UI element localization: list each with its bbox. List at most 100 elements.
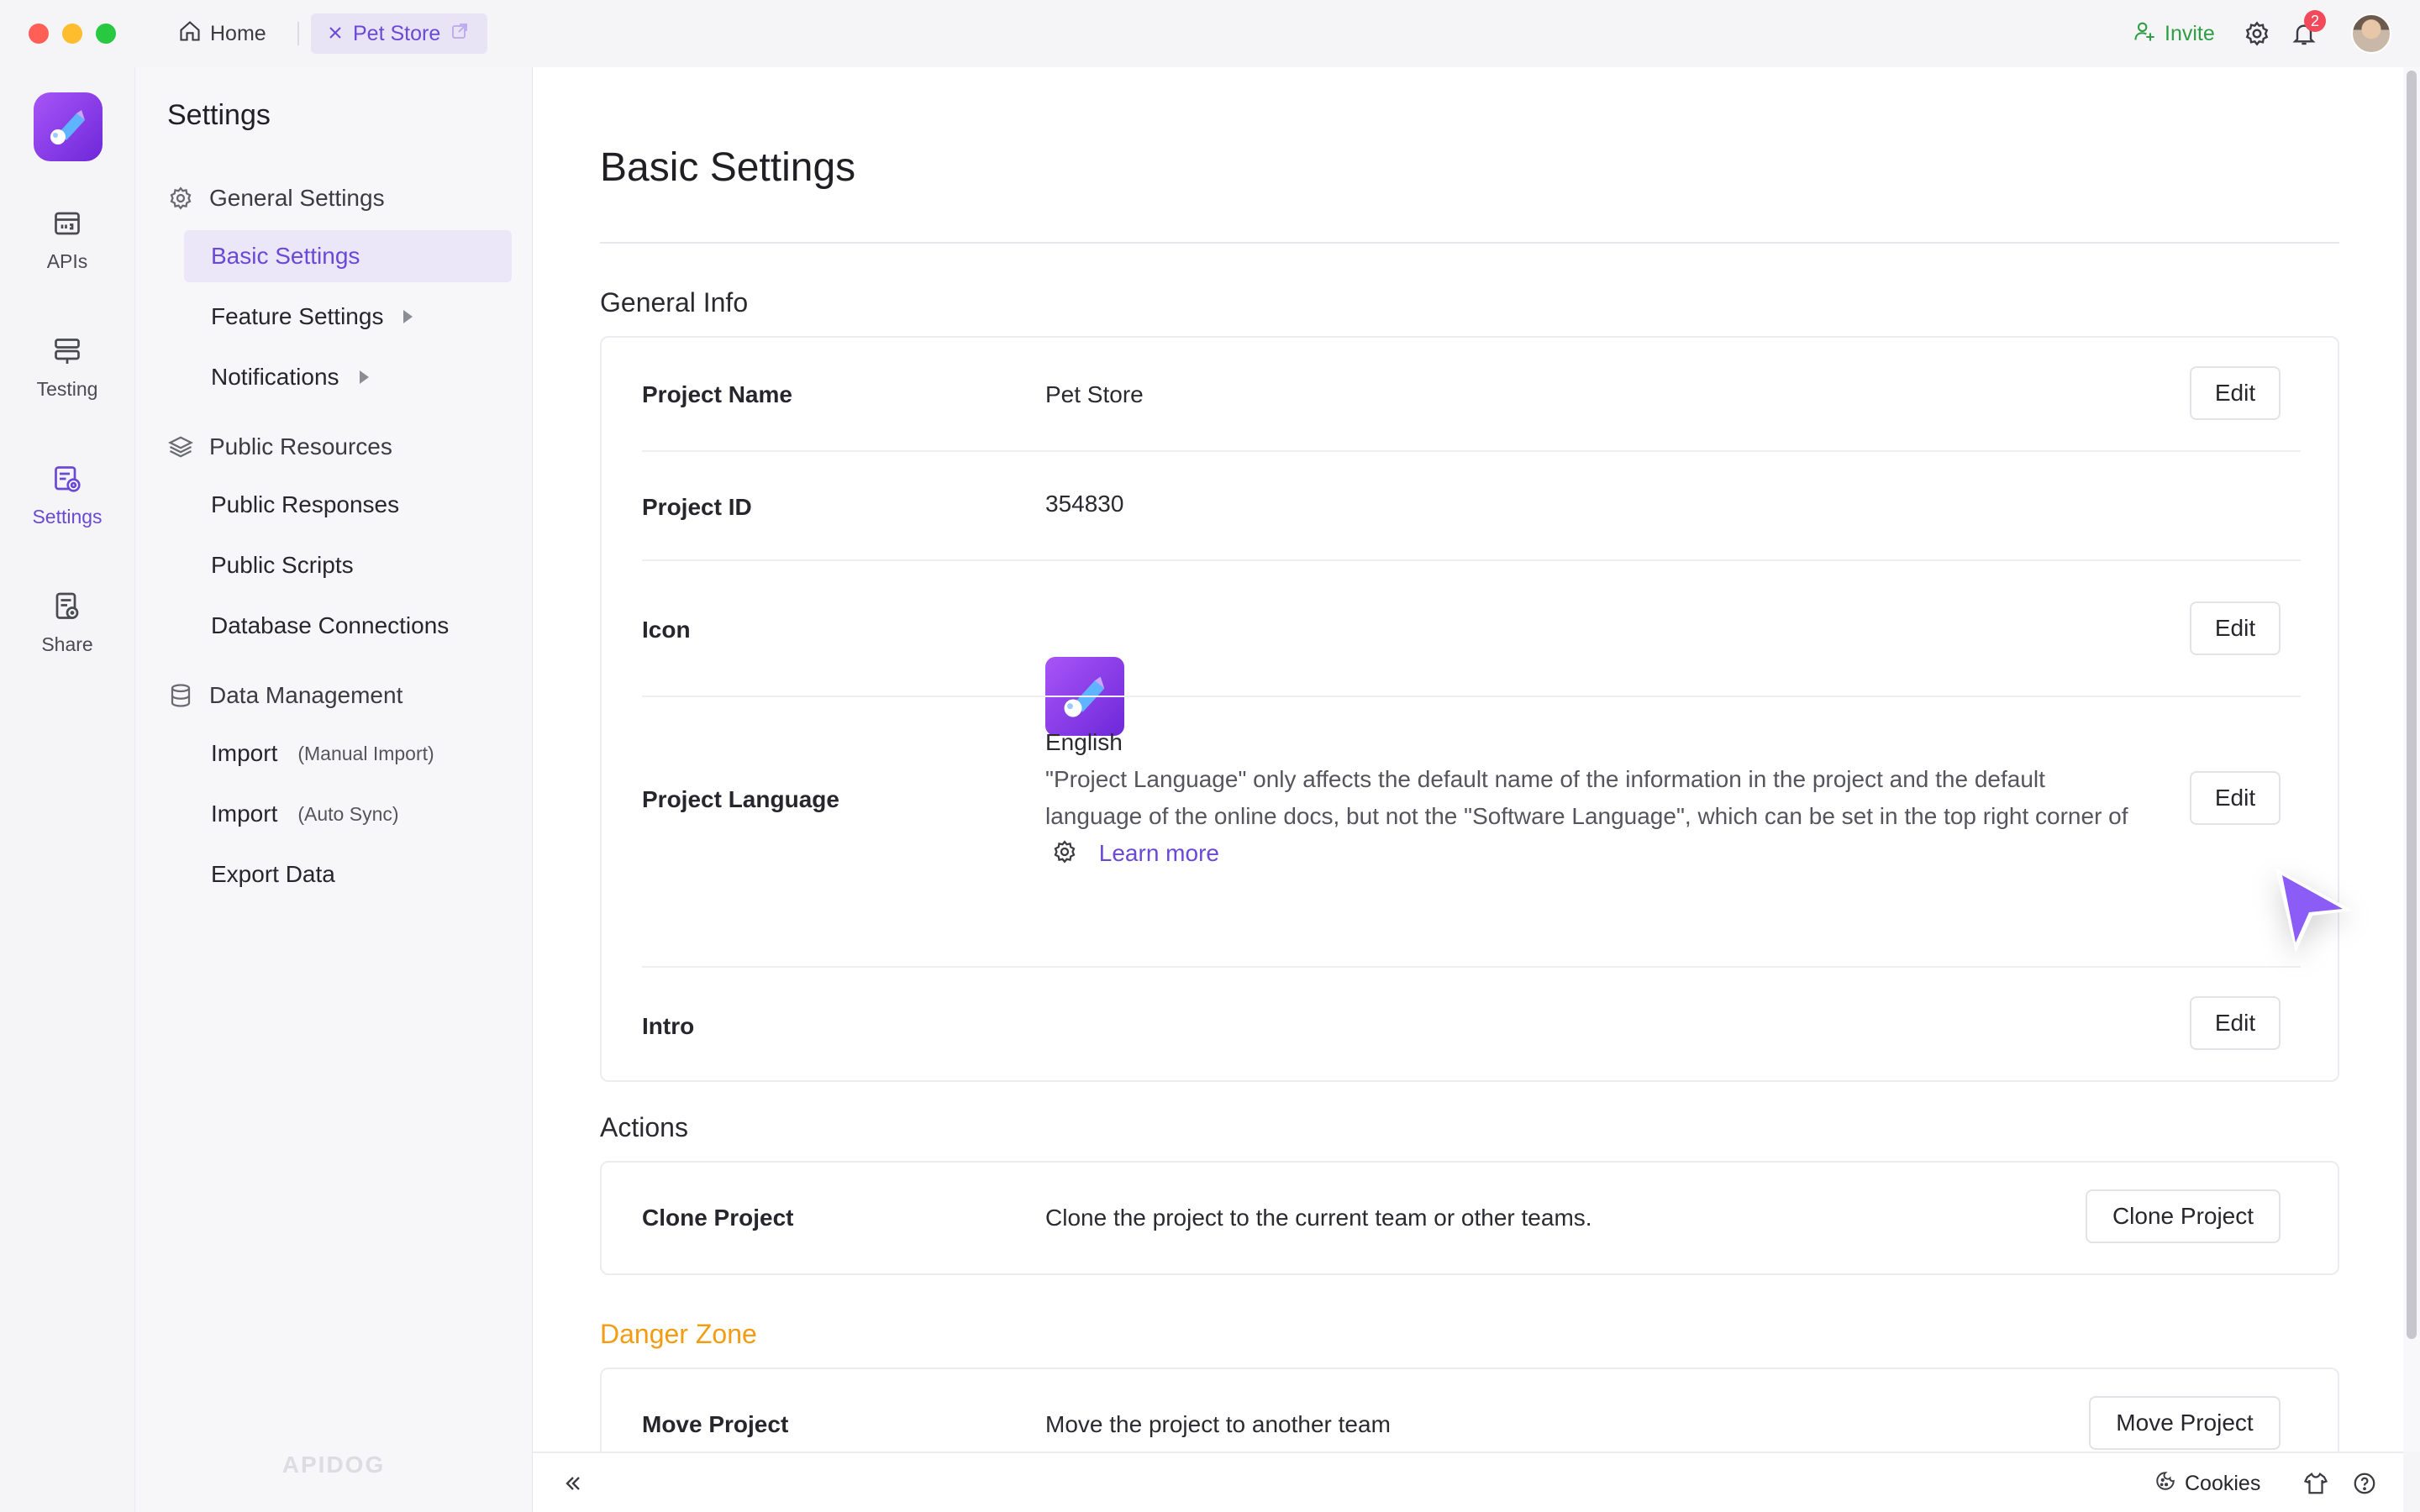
clone-project-description: Clone the project to the current team or… (1045, 1205, 1592, 1231)
actions-card: Clone Project Clone the project to the c… (600, 1161, 2339, 1275)
project-language-value: English (1045, 729, 1123, 755)
nav-item-label: Database Connections (211, 612, 450, 638)
rail-item-settings[interactable]: Settings (0, 462, 134, 546)
nav-group-label: General Settings (209, 185, 385, 211)
nav-item-sublabel: (Manual Import) (297, 742, 434, 764)
settings-icon (50, 462, 84, 496)
caret-right-icon (359, 370, 369, 384)
scrollbar-thumb[interactable] (2407, 71, 2417, 1339)
open-external-icon[interactable] (450, 22, 469, 46)
project-id-label: Project ID (642, 494, 752, 520)
move-project-description: Move the project to another team (1045, 1411, 1391, 1437)
nav-item-basic-settings[interactable]: Basic Settings (184, 230, 512, 282)
rail-item-share[interactable]: Share (0, 590, 134, 674)
brand-watermark: APIDOG (281, 1452, 386, 1478)
nav-title: Settings (167, 99, 271, 131)
rail-item-label: Share (41, 633, 93, 655)
settings-nav: Settings General Settings Basic Settings… (134, 67, 533, 1512)
edit-icon-button[interactable]: Edit (2190, 601, 2281, 655)
tab-home-label: Home (210, 21, 266, 45)
nav-item-label: Feature Settings (211, 303, 384, 329)
row-divider (642, 696, 2301, 697)
intro-label: Intro (642, 1013, 695, 1039)
gear-icon (1052, 838, 1077, 875)
help-icon[interactable] (2349, 1468, 2380, 1499)
invite-label: Invite (2165, 21, 2215, 45)
nav-item-export-data[interactable]: Export Data (184, 848, 512, 900)
layers-icon (167, 433, 194, 460)
row-divider (642, 450, 2301, 452)
nav-group-general-settings: General Settings (167, 185, 385, 212)
nav-item-import-auto-sync[interactable]: Import (Auto Sync) (184, 788, 512, 840)
page-title: Basic Settings (600, 145, 856, 190)
notification-badge: 2 (2304, 10, 2326, 32)
tab-pet-store[interactable]: Pet Store (311, 13, 487, 54)
nav-item-import-manual[interactable]: Import (Manual Import) (184, 727, 512, 780)
edit-project-name-button[interactable]: Edit (2190, 366, 2281, 420)
move-project-label: Move Project (642, 1411, 789, 1437)
project-language-description: "Project Language" only affects the defa… (1045, 761, 2129, 875)
caret-right-icon (403, 310, 413, 323)
title-bar: Home Pet Store Invite 2 (0, 0, 2420, 67)
nav-item-feature-settings[interactable]: Feature Settings (184, 291, 512, 343)
main-content: Basic Settings General Info Project Name… (533, 67, 2403, 1483)
row-divider (642, 559, 2301, 561)
rail-item-label: APIs (46, 250, 88, 272)
icon-label: Icon (642, 617, 691, 643)
rail-item-testing[interactable]: Testing (0, 334, 134, 418)
window-minimize-button[interactable] (62, 24, 82, 44)
rail-item-apis[interactable]: APIs (0, 207, 134, 291)
apis-icon (50, 207, 84, 240)
share-icon (50, 590, 84, 623)
row-divider (642, 966, 2301, 968)
cookies-button[interactable]: Cookies (2154, 1468, 2260, 1499)
clone-project-button[interactable]: Clone Project (2086, 1189, 2281, 1243)
nav-item-public-responses[interactable]: Public Responses (184, 479, 512, 531)
nav-item-label: Import (211, 801, 278, 827)
nav-group-label: Data Management (209, 682, 403, 708)
app-logo-icon[interactable] (34, 92, 103, 161)
gear-icon[interactable] (2242, 18, 2272, 49)
avatar[interactable] (2351, 13, 2391, 54)
section-title-actions: Actions (600, 1112, 688, 1142)
bottom-bar: Cookies (533, 1452, 2403, 1512)
nav-group-data-management: Data Management (167, 682, 402, 709)
learn-more-link[interactable]: Learn more (1099, 840, 1219, 866)
window-close-button[interactable] (29, 24, 49, 44)
nav-item-database-connections[interactable]: Database Connections (184, 600, 512, 652)
edit-intro-button[interactable]: Edit (2190, 996, 2281, 1050)
section-title-danger-zone: Danger Zone (600, 1319, 757, 1349)
project-name-label: Project Name (642, 381, 792, 407)
nav-group-public-resources: Public Resources (167, 433, 392, 460)
home-icon (178, 19, 202, 49)
general-info-card: Project Name Pet Store Edit Project ID 3… (600, 336, 2339, 1082)
clone-project-label: Clone Project (642, 1205, 794, 1231)
nav-item-label: Notifications (211, 364, 339, 390)
invite-button[interactable]: Invite (2133, 18, 2215, 49)
move-project-button[interactable]: Move Project (2089, 1396, 2281, 1450)
cookies-label: Cookies (2185, 1471, 2261, 1495)
title-divider (600, 242, 2339, 244)
tab-divider (297, 22, 299, 45)
nav-item-sublabel: (Auto Sync) (297, 802, 399, 825)
nav-item-notifications[interactable]: Notifications (184, 351, 512, 403)
window-maximize-button[interactable] (96, 24, 116, 44)
testing-icon (50, 334, 84, 368)
rail-item-label: Testing (36, 378, 98, 400)
cookie-icon (2154, 1470, 2176, 1498)
nav-item-label: Export Data (211, 861, 335, 887)
pointer-cursor-icon (2265, 862, 2358, 954)
database-icon (167, 682, 194, 709)
close-icon[interactable] (328, 22, 343, 46)
edit-project-language-button[interactable]: Edit (2190, 771, 2281, 825)
nav-item-public-scripts[interactable]: Public Scripts (184, 539, 512, 591)
collapse-sidebar-icon[interactable] (558, 1468, 588, 1499)
gear-icon (167, 185, 194, 212)
shirt-icon[interactable] (2301, 1468, 2331, 1499)
nav-item-label: Import (211, 740, 278, 766)
tab-home[interactable]: Home (178, 17, 266, 50)
nav-item-label: Basic Settings (211, 243, 360, 269)
section-title-general-info: General Info (600, 287, 749, 318)
project-language-note: "Project Language" only affects the defa… (1045, 766, 2128, 829)
tab-pet-store-label: Pet Store (353, 21, 441, 45)
